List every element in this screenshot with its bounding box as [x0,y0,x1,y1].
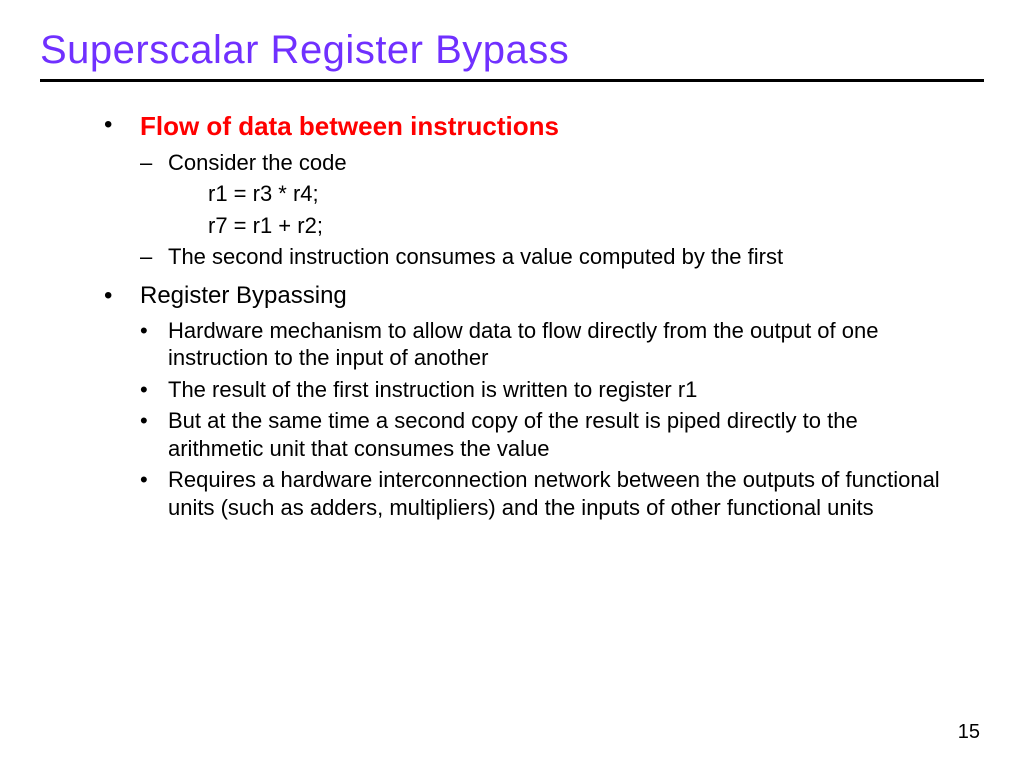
subbullet-result-written: The result of the first instruction is w… [140,376,954,404]
subbullet-interconnection: Requires a hardware interconnection netw… [140,466,954,521]
subbullet-second-instr: The second instruction consumes a value … [140,243,954,271]
bullet-icon: • [104,110,140,143]
subbullet-second-copy: But at the same time a second copy of th… [140,407,954,462]
dot-icon [140,376,168,404]
dot-icon [140,407,168,462]
subbullet-text: Hardware mechanism to allow data to flow… [168,317,954,372]
subbullet-text: The second instruction consumes a value … [168,243,954,271]
slide-title: Superscalar Register Bypass [40,28,984,73]
subbullet-text: Consider the code [168,149,954,177]
bullet-flow-heading: • Flow of data between instructions [104,110,954,143]
slide: Superscalar Register Bypass • Flow of da… [0,0,1024,768]
subbullet-text: But at the same time a second copy of th… [168,407,954,462]
bullet-text: Register Bypassing [140,281,954,311]
subbullet-hardware-mech: Hardware mechanism to allow data to flow… [140,317,954,372]
title-rule [40,79,984,82]
slide-content: • Flow of data between instructions Cons… [40,110,984,521]
bullet-register-bypassing: • Register Bypassing [104,281,954,311]
dash-icon [140,243,168,271]
code-line-1: r1 = r3 * r4; [208,180,954,208]
code-line-2: r7 = r1 + r2; [208,212,954,240]
dot-icon [140,317,168,372]
page-number: 15 [958,721,980,744]
subbullet-text: Requires a hardware interconnection netw… [168,466,954,521]
bullet-icon: • [104,281,140,311]
subbullet-text: The result of the first instruction is w… [168,376,954,404]
dot-icon [140,466,168,521]
subbullet-consider: Consider the code [140,149,954,177]
dash-icon [140,149,168,177]
bullet-text: Flow of data between instructions [140,110,954,143]
